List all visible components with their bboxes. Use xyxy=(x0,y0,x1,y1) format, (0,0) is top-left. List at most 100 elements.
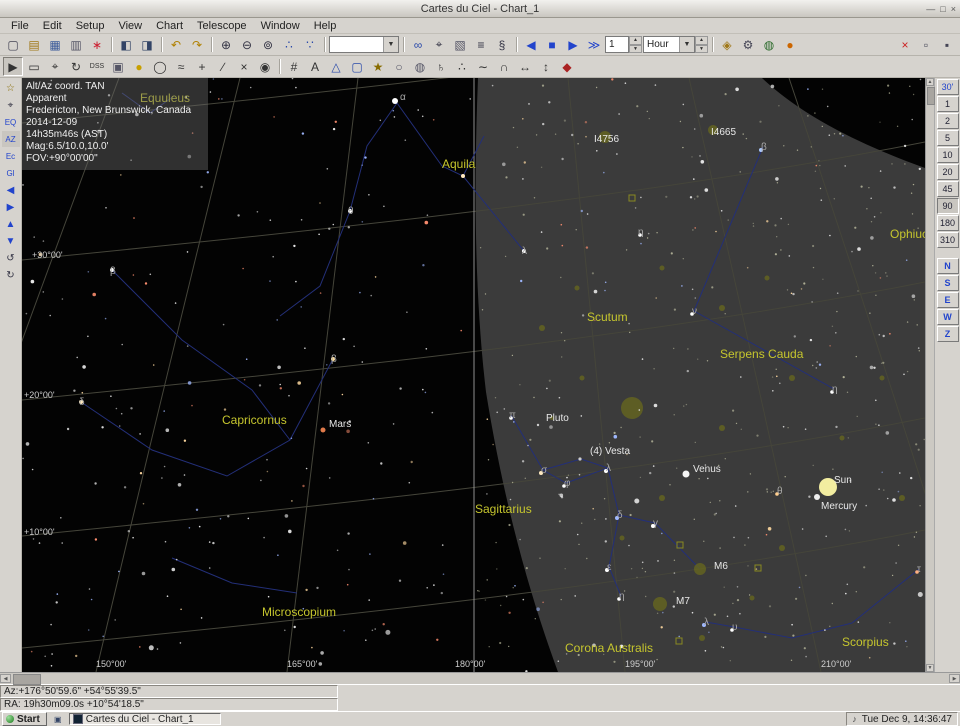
milkyway-toggle-button[interactable]: ∼ xyxy=(473,57,493,76)
time-stop-button[interactable]: ■ xyxy=(542,35,562,54)
pan-right-button[interactable]: ▶ xyxy=(2,199,20,215)
menu-help[interactable]: Help xyxy=(307,19,344,33)
spin-down-icon[interactable]: ▼ xyxy=(695,45,708,54)
ephemeris-button[interactable]: § xyxy=(492,35,512,54)
asteroids-toggle-button[interactable]: ∴ xyxy=(452,57,472,76)
fov-45-button[interactable]: 45 xyxy=(937,181,959,197)
pan-up-button[interactable]: ▲ xyxy=(2,216,20,232)
menu-setup[interactable]: Setup xyxy=(69,19,112,33)
body-mars[interactable] xyxy=(321,428,326,433)
scroll-down-icon[interactable]: ▼ xyxy=(926,664,934,672)
direction-w-button[interactable]: W xyxy=(937,309,959,325)
rotate-cw-button[interactable]: ↻ xyxy=(2,267,20,283)
special-tool-button[interactable]: ◆ xyxy=(557,57,577,76)
planets-toggle-button[interactable]: ♄ xyxy=(431,57,451,76)
volume-icon[interactable]: ♪ xyxy=(852,714,857,724)
new-chart-button[interactable]: ▢ xyxy=(3,35,23,54)
minimize-button[interactable]: — xyxy=(926,4,935,14)
redo-button[interactable]: ↷ xyxy=(187,35,207,54)
coord-gal-button[interactable]: Gl xyxy=(2,165,20,181)
save-chart-button[interactable]: ▦ xyxy=(45,35,65,54)
finder-rect-button[interactable]: ▭ xyxy=(24,57,44,76)
object-search-combobox[interactable]: ▼ xyxy=(329,36,399,53)
direction-z-button[interactable]: Z xyxy=(937,326,959,342)
world-map-button[interactable]: ◍ xyxy=(759,35,779,54)
label-move-button[interactable]: + xyxy=(192,57,212,76)
open-chart-button[interactable]: ▤ xyxy=(24,35,44,54)
direction-s-button[interactable]: S xyxy=(937,275,959,291)
binoculars-button[interactable]: ∞ xyxy=(408,35,428,54)
telescope-button[interactable]: ⌖ xyxy=(429,35,449,54)
taskbar-item-cartes[interactable]: Cartes du Ciel - Chart_1 xyxy=(69,713,221,725)
sky-chart[interactable]: 150°00'165°00'180°00'195°00'210°00'+30°0… xyxy=(22,78,925,672)
fov-310-button[interactable]: 310 xyxy=(937,232,959,248)
night-vision-button[interactable]: ● xyxy=(780,35,800,54)
poi-button[interactable]: ● xyxy=(129,57,149,76)
image-frame-button[interactable]: ▧ xyxy=(450,35,470,54)
spin-down-icon[interactable]: ▼ xyxy=(629,45,642,54)
title-bar[interactable]: Cartes du Ciel - Chart_1 — □ × xyxy=(0,0,960,18)
direction-n-button[interactable]: N xyxy=(937,258,959,274)
menu-window[interactable]: Window xyxy=(254,19,307,33)
coord-eq-button[interactable]: EQ xyxy=(2,114,20,130)
spin-up-icon[interactable]: ▲ xyxy=(629,36,642,45)
spin-up-icon[interactable]: ▲ xyxy=(695,36,708,45)
fov-180-button[interactable]: 180 xyxy=(937,215,959,231)
rotate-ccw-button[interactable]: ↺ xyxy=(2,250,20,266)
track-path-button[interactable]: ≈ xyxy=(171,57,191,76)
undo-button[interactable]: ↶ xyxy=(166,35,186,54)
horizon-toggle-button[interactable]: ∩ xyxy=(494,57,514,76)
float-window-button[interactable]: ▫ xyxy=(916,35,936,54)
target-button[interactable]: ⌖ xyxy=(2,97,20,113)
menu-view[interactable]: View xyxy=(111,19,149,33)
equator-toggle-button[interactable]: ↔ xyxy=(515,57,535,76)
fov-5-button[interactable]: 5 xyxy=(937,130,959,146)
close-chart-button[interactable]: × xyxy=(895,35,915,54)
start-button[interactable]: Start xyxy=(2,712,47,726)
time-step-spinner[interactable]: 1 ▲▼ xyxy=(605,36,642,53)
background-image-button[interactable]: ▣ xyxy=(108,57,128,76)
draw-line-button[interactable]: ∕ xyxy=(213,57,233,76)
print-button[interactable]: ▥ xyxy=(66,35,86,54)
zoom-default-button[interactable]: ⊚ xyxy=(258,35,278,54)
scroll-left-icon[interactable]: ◀ xyxy=(0,674,11,683)
maximize-button[interactable]: □ xyxy=(940,4,945,14)
vertical-scrollbar[interactable]: ▲ ▼ xyxy=(925,78,934,672)
eyepiece-button[interactable]: ◉ xyxy=(255,57,275,76)
time-play-button[interactable]: ▶ xyxy=(563,35,583,54)
fov-90-button[interactable]: 90 xyxy=(937,198,959,214)
horizontal-scrollbar[interactable]: ◀ ▶ xyxy=(0,672,960,684)
track-object-button[interactable]: ◈ xyxy=(717,35,737,54)
close-button[interactable]: × xyxy=(951,4,956,14)
fov-2-button[interactable]: 2 xyxy=(937,113,959,129)
pointer-tool-button[interactable]: ▶ xyxy=(3,57,23,76)
more-stars-button[interactable]: ∴ xyxy=(279,35,299,54)
pan-left-button[interactable]: ◀ xyxy=(2,182,20,198)
menu-edit[interactable]: Edit xyxy=(36,19,69,33)
fov-1-button[interactable]: 1 xyxy=(937,96,959,112)
time-forward-button[interactable]: ≫ xyxy=(584,35,604,54)
fewer-stars-button[interactable]: ∵ xyxy=(300,35,320,54)
mirror-toggle-button[interactable]: ↕ xyxy=(536,57,556,76)
const-bounds-toggle-button[interactable]: ▢ xyxy=(347,57,367,76)
nebulae-toggle-button[interactable]: ○ xyxy=(389,57,409,76)
coord-ecl-button[interactable]: Ec xyxy=(2,148,20,164)
body-venus[interactable] xyxy=(683,471,690,478)
body-vesta[interactable] xyxy=(578,457,581,460)
galaxies-toggle-button[interactable]: ◍ xyxy=(410,57,430,76)
stars-toggle-button[interactable]: ★ xyxy=(368,57,388,76)
vertical-scroll-thumb[interactable] xyxy=(927,87,935,105)
marker-button[interactable]: × xyxy=(234,57,254,76)
finder-icon-button[interactable]: ☆ xyxy=(2,80,20,96)
zoom-out-button[interactable]: ⊖ xyxy=(237,35,257,54)
body-pluto[interactable] xyxy=(537,424,539,426)
labels-toggle-button[interactable]: A xyxy=(305,57,325,76)
const-lines-toggle-button[interactable]: △ xyxy=(326,57,346,76)
fov-30m-button[interactable]: 30' xyxy=(937,79,959,95)
fov-circle-button[interactable]: ◯ xyxy=(150,57,170,76)
menu-telescope[interactable]: Telescope xyxy=(190,19,254,33)
time-unit-combobox[interactable]: Hour ▼ ▲▼ xyxy=(643,36,708,53)
center-cursor-button[interactable]: ⌖ xyxy=(45,57,65,76)
fov-20-button[interactable]: 20 xyxy=(937,164,959,180)
config-button[interactable]: ⚙ xyxy=(738,35,758,54)
